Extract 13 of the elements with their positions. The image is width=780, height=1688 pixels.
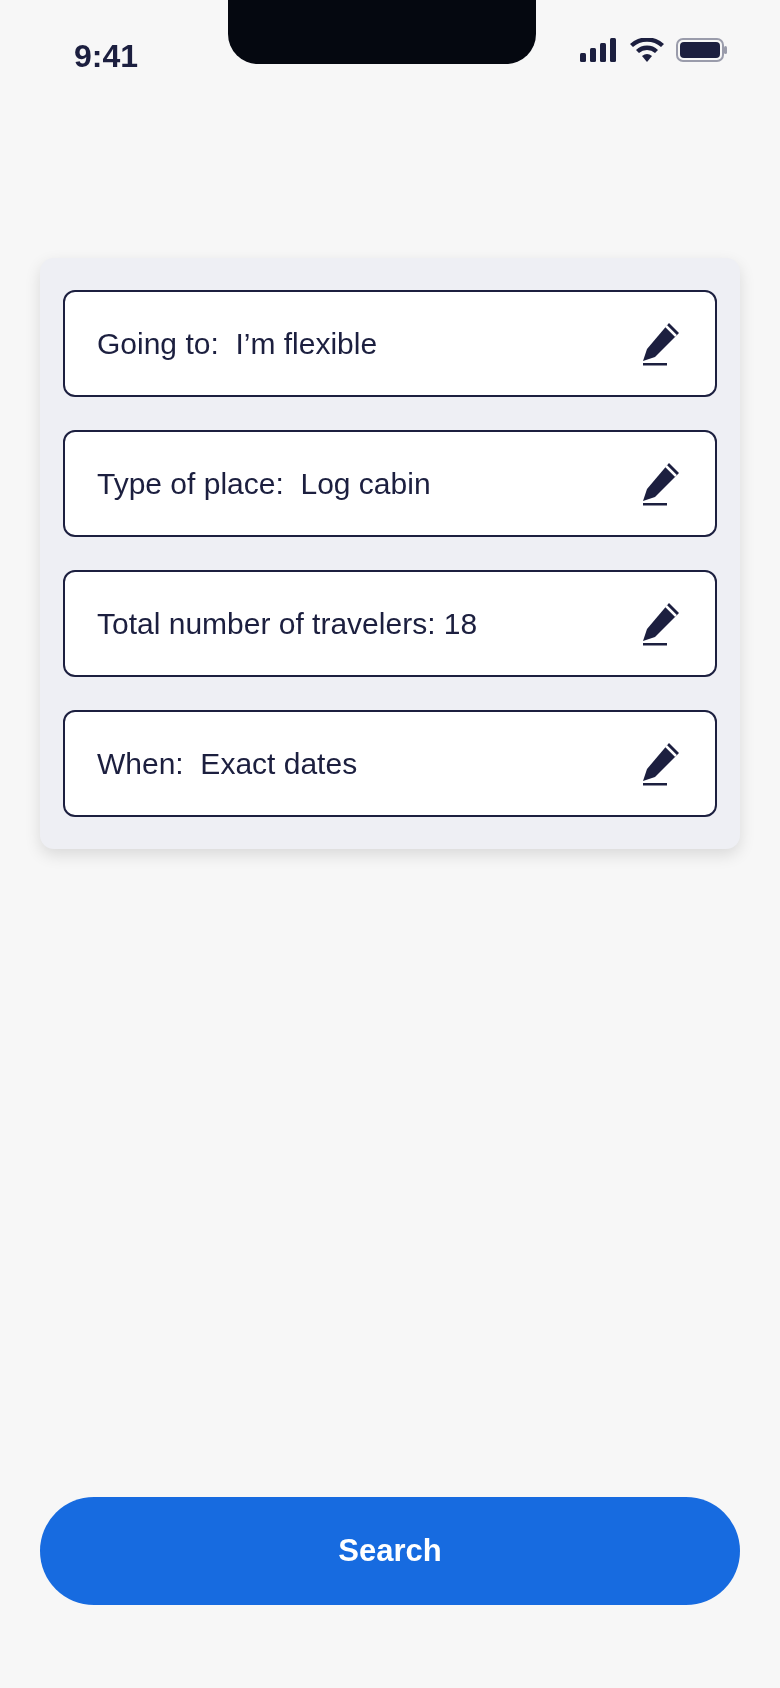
filter-text: When: Exact dates bbox=[97, 746, 358, 782]
status-time: 9:41 bbox=[74, 37, 139, 76]
filter-text: Total number of travelers: 18 bbox=[97, 606, 478, 642]
wifi-icon bbox=[630, 38, 664, 62]
signal-icon bbox=[580, 38, 618, 62]
filter-text: Going to: I’m flexible bbox=[97, 326, 378, 362]
filter-text: Type of place: Log cabin bbox=[97, 466, 431, 502]
filter-row[interactable]: Total number of travelers: 18 bbox=[63, 570, 717, 677]
filter-row[interactable]: Going to: I’m flexible bbox=[63, 290, 717, 397]
battery-icon bbox=[676, 38, 728, 62]
filter-row[interactable]: Type of place: Log cabin bbox=[63, 430, 717, 537]
search-button[interactable]: Search bbox=[40, 1497, 740, 1605]
filter-row[interactable]: When: Exact dates bbox=[63, 710, 717, 817]
